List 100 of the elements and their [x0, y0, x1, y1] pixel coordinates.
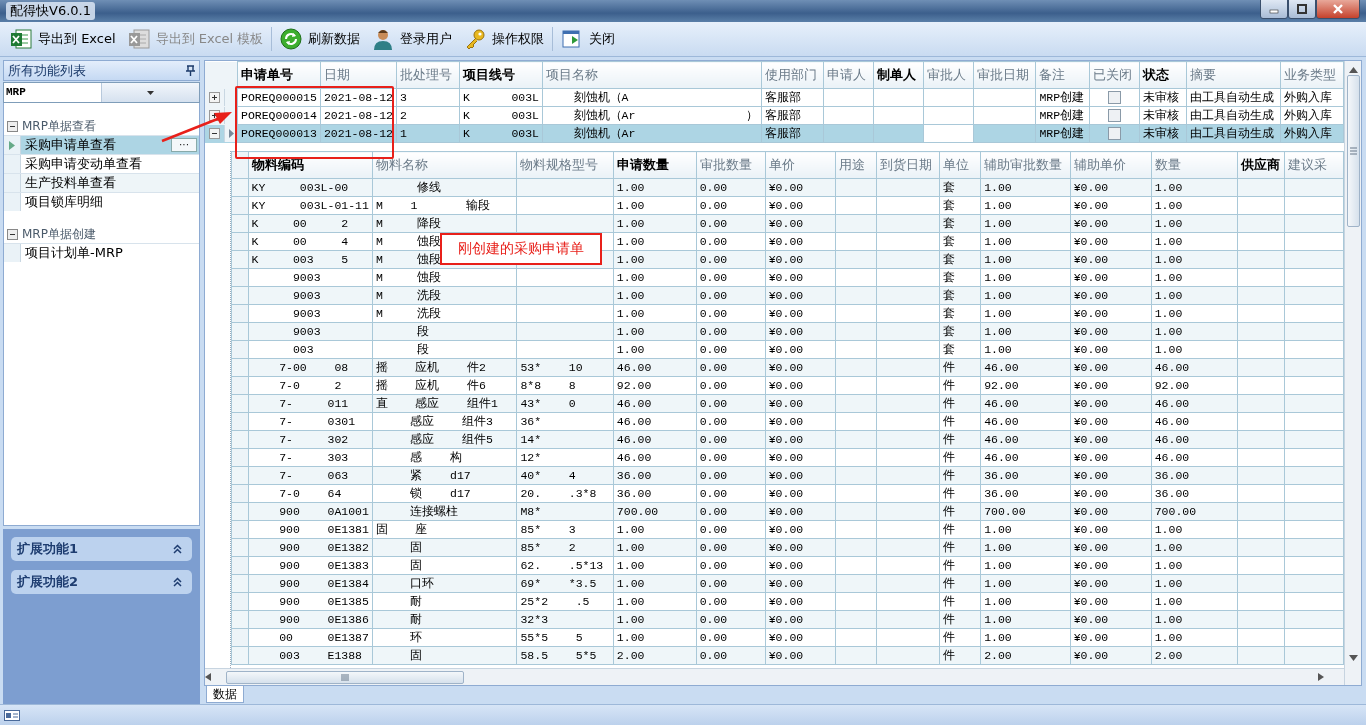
column-header[interactable]: 业务类型	[1280, 61, 1344, 89]
table-cell: 900 0E1381	[248, 520, 373, 539]
table-cell: 件	[939, 628, 981, 647]
column-header[interactable]: 项目名称	[542, 61, 762, 89]
expander-panel[interactable]: 扩展功能1	[11, 537, 192, 561]
sidebar-item[interactable]: 项目锁库明细	[4, 192, 199, 211]
maximize-button[interactable]	[1288, 0, 1316, 19]
column-header[interactable]: 日期	[320, 61, 397, 89]
column-header[interactable]: 已关闭	[1089, 61, 1140, 89]
table-cell: 3	[396, 88, 460, 107]
pin-icon[interactable]	[186, 65, 195, 76]
table-cell: ¥0.00	[1070, 412, 1152, 431]
column-header[interactable]: 供应商	[1237, 151, 1285, 179]
expander-panel[interactable]: 扩展功能2	[11, 570, 192, 594]
table-cell: ¥0.00	[765, 412, 836, 431]
group-label: MRP单据创建	[22, 225, 96, 243]
minimize-button[interactable]	[1260, 0, 1288, 19]
column-header[interactable]: 到货日期	[876, 151, 940, 179]
sidebar-item[interactable]: 生产投料单查看	[4, 173, 199, 192]
double-chevron-icon[interactable]	[173, 544, 182, 554]
table-cell: ¥0.00	[1070, 592, 1152, 611]
toolbar-button[interactable]: 导出到 Excel	[4, 25, 122, 53]
table-cell: M 蚀段	[372, 268, 517, 287]
checkbox[interactable]	[1108, 91, 1122, 105]
table-cell: 8*8 8	[516, 376, 614, 395]
toolbar-button[interactable]: 刷新数据	[274, 25, 367, 53]
table-cell: ¥0.00	[765, 484, 836, 503]
column-header[interactable]: 单价	[765, 151, 836, 179]
more-button[interactable]: ···	[171, 138, 197, 152]
column-header[interactable]: 备注	[1035, 61, 1090, 89]
table-cell: ¥0.00	[765, 340, 836, 359]
close-button[interactable]	[1316, 0, 1360, 19]
table-cell: 1.00	[980, 268, 1071, 287]
callout-note: 刚创建的采购申请单	[440, 233, 602, 265]
column-header[interactable]: 使用部门	[761, 61, 824, 89]
scroll-up-icon[interactable]	[1348, 67, 1358, 73]
table-cell: 1.00	[613, 592, 697, 611]
column-header[interactable]: 摘要	[1186, 61, 1281, 89]
column-header[interactable]: 辅助单价	[1070, 151, 1152, 179]
column-header[interactable]: 物料名称	[372, 151, 517, 179]
column-header[interactable]: 审批人	[923, 61, 974, 89]
table-cell: ¥0.00	[1070, 520, 1152, 539]
column-header[interactable]: 物料规格型号	[516, 151, 614, 179]
column-header[interactable]: 制单人	[873, 61, 924, 89]
expand-icon[interactable]	[209, 92, 220, 103]
table-cell: 25*2 .5	[516, 592, 614, 611]
table-cell: 环	[372, 628, 517, 647]
table-cell: KY 003L-01-11	[248, 196, 373, 215]
tab[interactable]: 数据	[206, 686, 244, 703]
table-cell: 46.00	[613, 412, 697, 431]
table-cell: 1.00	[1151, 304, 1238, 323]
column-header[interactable]: 辅助审批数量	[980, 151, 1071, 179]
horizontal-scrollbar[interactable]	[205, 668, 1344, 685]
table-cell: 感 构	[372, 448, 517, 467]
table-cell: M 1 输段	[372, 196, 517, 215]
column-header[interactable]: 用途	[835, 151, 877, 179]
checkbox[interactable]	[1108, 109, 1122, 123]
table-cell: MRP创建	[1035, 88, 1090, 107]
collapse-icon[interactable]	[209, 128, 220, 139]
toolbar-button[interactable]: 登录用户	[366, 25, 459, 53]
column-header[interactable]: 审批数量	[696, 151, 766, 179]
sidebar-item[interactable]: 采购申请单查看 ···	[4, 135, 199, 154]
collapse-icon[interactable]	[7, 228, 18, 240]
column-header[interactable]: 申请数量	[613, 151, 697, 179]
column-header[interactable]: 审批日期	[973, 61, 1036, 89]
table-cell: 1.00	[1151, 340, 1238, 359]
scroll-right-icon[interactable]	[1318, 673, 1324, 681]
collapse-icon[interactable]	[7, 120, 18, 132]
table-cell: 套	[939, 340, 981, 359]
column-header[interactable]: 单位	[939, 151, 981, 179]
column-header[interactable]: 数量	[1151, 151, 1238, 179]
table-cell: 客服部	[761, 106, 824, 125]
scroll-down-icon[interactable]	[1348, 655, 1358, 661]
scroll-left-icon[interactable]	[205, 673, 211, 681]
column-header[interactable]: 申请人	[823, 61, 874, 89]
column-header[interactable]: 状态	[1139, 61, 1187, 89]
table-cell: 00 0E1387	[248, 628, 373, 647]
double-chevron-icon[interactable]	[173, 577, 182, 587]
table-cell: ¥0.00	[765, 304, 836, 323]
module-dropdown[interactable]: MRP	[3, 82, 200, 103]
column-header[interactable]: 申请单号	[237, 61, 321, 89]
vertical-scrollbar[interactable]	[1344, 61, 1361, 685]
table-cell: 件	[939, 520, 981, 539]
checkbox[interactable]	[1108, 127, 1122, 141]
sidebar-item[interactable]: 项目计划单-MRP	[4, 243, 199, 262]
table-cell: 件	[939, 556, 981, 575]
status-icon	[4, 709, 20, 721]
column-header[interactable]: 建议采	[1284, 151, 1344, 179]
toolbar-button[interactable]: 操作权限	[458, 25, 551, 53]
table-cell: 1.00	[980, 232, 1071, 251]
table-cell: POREQ000014	[237, 106, 321, 125]
table-cell: 1.00	[980, 520, 1071, 539]
table-cell: 套	[939, 232, 981, 251]
user-icon	[372, 28, 395, 50]
toolbar-button[interactable]: 关闭	[555, 25, 622, 53]
column-header[interactable]: 批处理号	[396, 61, 460, 89]
column-header[interactable]: 项目线号	[459, 61, 543, 89]
table-cell: 段	[372, 340, 517, 359]
column-header[interactable]: 物料编码	[248, 151, 373, 179]
table-cell: 2021-08-12	[320, 88, 397, 107]
